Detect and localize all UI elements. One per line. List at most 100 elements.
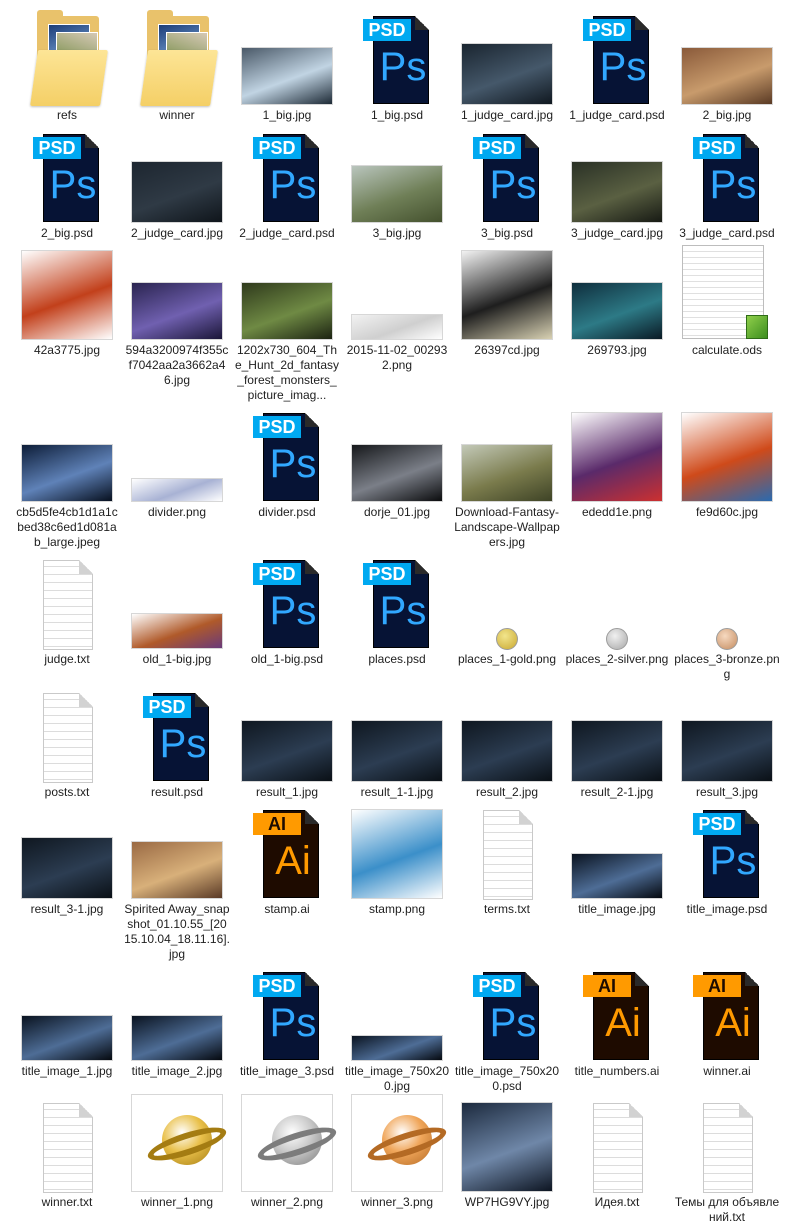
file-name-label: winner_2.png: [250, 1195, 324, 1209]
photoshop-file-icon: PSD Ps: [693, 804, 763, 898]
file-thumbnail: [342, 1093, 452, 1193]
file-thumbnail: [12, 800, 122, 900]
image-thumbnail: [132, 162, 222, 222]
image-thumbnail: [132, 614, 222, 648]
file-thumbnail: PSD Ps: [342, 550, 452, 650]
file-thumbnail: PSD Ps: [232, 550, 342, 650]
image-thumbnail: [462, 721, 552, 781]
file-name-label: result_2-1.jpg: [580, 785, 654, 799]
photoshop-file-icon: PSD Ps: [253, 966, 323, 1060]
file-thumbnail: [122, 1093, 232, 1193]
photoshop-file-icon: PSD Ps: [33, 128, 103, 222]
file-thumbnail: [232, 241, 342, 341]
image-thumbnail: [462, 251, 552, 339]
text-document-icon: [483, 810, 533, 900]
file-name-label: Темы для объявлений.txt: [674, 1195, 780, 1224]
file-thumbnail: [12, 550, 122, 650]
file-name-label: Spirited Away_snapshot_01.10.55_[2015.10…: [124, 902, 230, 961]
file-name-label: result_2.jpg: [475, 785, 539, 799]
file-name-label: 1202x730_604_The_Hunt_2d_fantasy_forest_…: [234, 343, 340, 402]
file-thumbnail: [452, 683, 562, 783]
file-name-label: 2_big.jpg: [702, 108, 752, 122]
file-thumbnail: PSD Ps: [452, 962, 562, 1062]
file-thumbnail: [232, 683, 342, 783]
file-thumbnail: [452, 1093, 562, 1193]
text-document-icon: [43, 560, 93, 650]
photoshop-file-icon: PSD Ps: [473, 966, 543, 1060]
file-thumbnail: [562, 403, 672, 503]
file-name-label: old_1-big.jpg: [142, 652, 212, 666]
file-thumbnail: [122, 962, 232, 1062]
file-name-label: WP7HG9VY.jpg: [464, 1195, 550, 1209]
image-thumbnail: [132, 1016, 222, 1060]
file-thumbnail: AI Ai: [562, 962, 672, 1062]
image-thumbnail: [242, 283, 332, 339]
text-document-icon: [593, 1103, 643, 1193]
file-thumbnail: [562, 683, 672, 783]
file-thumbnail: [122, 124, 232, 224]
photoshop-file-icon: PSD Ps: [363, 554, 433, 648]
file-thumbnail: [122, 800, 232, 900]
file-thumbnail: [562, 1093, 672, 1193]
file-name-label: 3_judge_card.jpg: [570, 226, 664, 240]
file-name-label: 1_judge_card.jpg: [460, 108, 554, 122]
file-name-label: ededd1e.png: [581, 505, 653, 519]
file-name-label: title_image_1.jpg: [21, 1064, 113, 1078]
photoshop-file-icon: PSD Ps: [143, 687, 213, 781]
file-name-label: 42a3775.jpg: [33, 343, 101, 357]
file-name-label: 2_judge_card.psd: [239, 226, 335, 240]
image-thumbnail: [572, 283, 662, 339]
file-name-label: 26397cd.jpg: [474, 343, 540, 357]
file-name-label: winner_1.png: [140, 1195, 214, 1209]
file-name-label: 2015-11-02_002932.png: [346, 343, 448, 372]
file-name-label: title_image.jpg: [578, 902, 656, 916]
file-name-label: title_image_750x200.psd: [454, 1064, 560, 1093]
illustrator-file-icon: AI Ai: [693, 966, 763, 1060]
file-name-label: winner.ai: [703, 1064, 751, 1078]
file-thumbnail: [12, 403, 122, 503]
image-thumbnail: [22, 838, 112, 898]
file-thumbnail: [122, 550, 232, 650]
photoshop-file-icon: PSD Ps: [693, 128, 763, 222]
file-thumbnail: [562, 124, 672, 224]
file-name-label: winner: [159, 108, 195, 122]
image-thumbnail: [352, 810, 442, 898]
photoshop-file-icon: PSD Ps: [583, 10, 653, 104]
file-thumbnail: [342, 800, 452, 900]
image-thumbnail: [572, 721, 662, 781]
file-name-label: terms.txt: [483, 902, 530, 916]
photoshop-file-icon: PSD Ps: [363, 10, 433, 104]
file-thumbnail: [452, 6, 562, 106]
photoshop-file-icon: PSD Ps: [253, 554, 323, 648]
file-name-label: divider.png: [147, 505, 207, 519]
file-thumbnail: PSD Ps: [672, 124, 782, 224]
file-thumbnail: [12, 1093, 122, 1193]
file-name-label: winner.txt: [41, 1195, 93, 1209]
file-thumbnail: PSD Ps: [232, 403, 342, 503]
folder-icon: [12, 6, 122, 106]
file-name-label: 594a3200974f355cf7042aa2a3662a46.jpg: [125, 343, 229, 387]
file-thumbnail: [452, 800, 562, 900]
file-thumbnail: [452, 241, 562, 341]
image-thumbnail: [132, 842, 222, 898]
file-name-label: 3_judge_card.psd: [679, 226, 775, 240]
file-thumbnail: PSD Ps: [342, 6, 452, 106]
file-name-label: title_numbers.ai: [574, 1064, 660, 1078]
file-thumbnail: [342, 124, 452, 224]
file-name-label: result_3.jpg: [695, 785, 759, 799]
spreadsheet-icon: [672, 241, 782, 341]
file-name-label: places_3-bronze.png: [674, 652, 780, 681]
file-name-label: result.psd: [150, 785, 204, 799]
image-thumbnail: [352, 1036, 442, 1060]
file-name-label: old_1-big.psd: [250, 652, 324, 666]
file-name-label: 3_big.psd: [480, 226, 534, 240]
image-thumbnail: [132, 283, 222, 339]
image-thumbnail: [132, 479, 222, 501]
file-thumbnail: PSD Ps: [122, 683, 232, 783]
file-thumbnail: PSD Ps: [232, 124, 342, 224]
image-thumbnail: [22, 1016, 112, 1060]
text-document-icon: [703, 1103, 753, 1193]
image-thumbnail: [572, 162, 662, 222]
folder-icon: [122, 6, 232, 106]
file-name-label: title_image.psd: [686, 902, 768, 916]
